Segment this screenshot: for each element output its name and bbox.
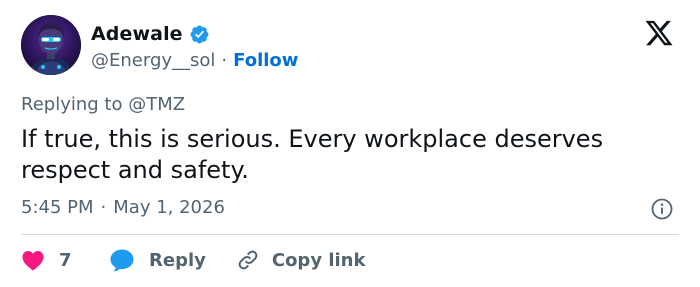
verified-badge-icon (190, 25, 209, 43)
tweet-time: 5:45 PM (21, 197, 94, 218)
tweet-timestamp[interactable]: 5:45 PM · May 1, 2026 (21, 197, 225, 218)
author-handle-row: @Energy__sol · Follow (91, 49, 298, 71)
avatar-robot-icon (21, 15, 81, 75)
author-name-row: Adewale (91, 21, 210, 47)
divider (21, 234, 679, 235)
replying-to-prefix: Replying to (21, 94, 123, 115)
avatar[interactable] (21, 15, 81, 75)
reply-mention-link[interactable]: @TMZ (128, 94, 185, 115)
reply-button[interactable]: Reply (109, 248, 206, 272)
info-icon[interactable] (650, 197, 674, 221)
action-bar: 7 Reply Copy link (21, 247, 365, 273)
tweet-text: If true, this is serious. Every workplac… (21, 125, 604, 184)
like-count: 7 (59, 249, 72, 271)
copy-link-label: Copy link (271, 249, 366, 271)
reply-bubble-icon (110, 249, 134, 272)
follow-button[interactable]: Follow (233, 50, 298, 71)
link-icon (238, 250, 258, 270)
replying-to: Replying to @TMZ (21, 94, 185, 115)
heart-icon (22, 251, 44, 271)
author-handle[interactable]: @Energy__sol (91, 50, 215, 71)
author-display-name[interactable]: Adewale (91, 23, 183, 45)
reply-label: Reply (149, 249, 206, 271)
tweet-date: May 1, 2026 (113, 197, 225, 218)
x-logo-icon[interactable] (642, 18, 676, 48)
like-button[interactable]: 7 (21, 249, 83, 271)
separator-dot: · (221, 49, 228, 71)
tweet-card: Adewale @Energy__sol · Follow Replying t… (0, 0, 700, 287)
copy-link-button[interactable]: Copy link (236, 248, 366, 272)
separator-dot: · (100, 197, 107, 218)
